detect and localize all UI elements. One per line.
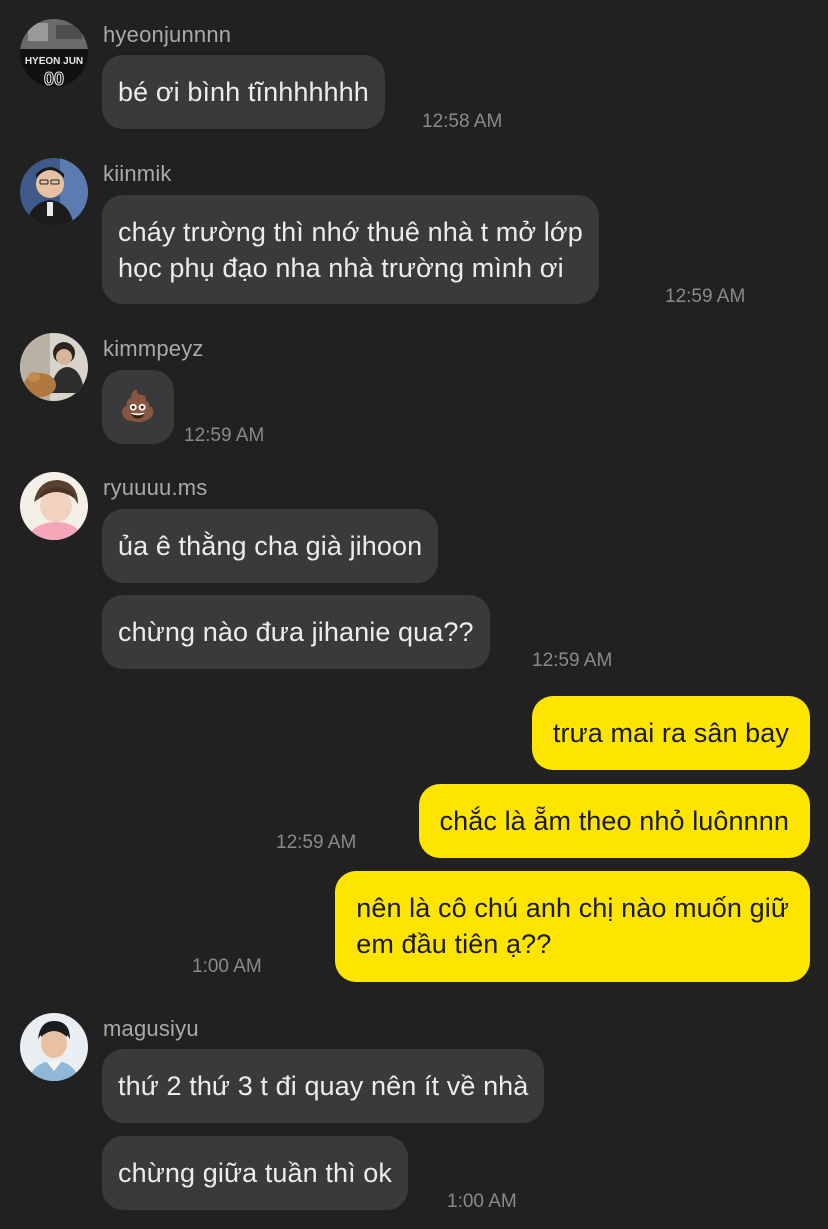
message-text: chắc là ẵm theo nhỏ luônnnn	[439, 806, 789, 836]
username[interactable]: kimmpeyz	[103, 336, 204, 362]
avatar-magusiyu[interactable]	[20, 1013, 88, 1081]
avatar-kimmpeyz[interactable]	[20, 333, 88, 401]
avatar-hyeonjunnnn[interactable]: HYEON JUN 00	[20, 19, 88, 87]
username[interactable]: kiinmik	[103, 161, 172, 187]
message-text: bé ơi bình tĩnhhhhhh	[118, 77, 369, 107]
message-text: chừng giữa tuần thì ok	[118, 1158, 393, 1188]
message-text: thứ 2 thứ 3 t đi quay nên ít về nhà	[118, 1071, 529, 1101]
avatar-kiinmik[interactable]	[20, 158, 88, 226]
username[interactable]: magusiyu	[103, 1016, 199, 1042]
timestamp: 1:00 AM	[192, 956, 262, 977]
message-bubble[interactable]: ủa ê thằng cha già jihoon	[102, 509, 439, 583]
timestamp: 12:59 AM	[184, 425, 265, 446]
username[interactable]: hyeonjunnnn	[103, 22, 231, 48]
message-text-line: cháy trường thì nhớ thuê nhà t mở lớp	[118, 217, 583, 247]
message-bubble[interactable]: bé ơi bình tĩnhhhhhh	[102, 55, 385, 129]
outgoing-message-bubble[interactable]: chắc là ẵm theo nhỏ luônnnn	[418, 784, 810, 858]
svg-text:00: 00	[44, 69, 64, 87]
avatar-ryuuuu-ms[interactable]	[20, 472, 88, 540]
outgoing-message-bubble[interactable]: trưa mai ra sân bay	[531, 696, 810, 770]
message-text: trưa mai ra sân bay	[552, 718, 789, 748]
username[interactable]: ryuuuu.ms	[103, 475, 208, 501]
timestamp: 12:59 AM	[276, 832, 357, 853]
timestamp: 12:58 AM	[422, 111, 503, 132]
message-text: ủa ê thằng cha già jihoon	[118, 531, 423, 561]
message-bubble[interactable]: chừng giữa tuần thì ok	[102, 1136, 409, 1210]
outgoing-message-bubble[interactable]: nên là cô chú anh chị nào muốn giữ em đầ…	[335, 871, 810, 982]
message-text-line: nên là cô chú anh chị nào muốn giữ	[356, 893, 789, 923]
message-bubble[interactable]: chừng nào đưa jihanie qua??	[102, 595, 490, 669]
timestamp: 1:00 AM	[447, 1191, 517, 1212]
message-text-line: em đầu tiên ạ??	[356, 929, 552, 959]
message-bubble[interactable]: cháy trường thì nhớ thuê nhà t mở lớp họ…	[102, 195, 599, 304]
svg-text:HYEON JUN: HYEON JUN	[25, 56, 83, 67]
message-bubble[interactable]: thứ 2 thứ 3 t đi quay nên ít về nhà	[102, 1049, 545, 1123]
timestamp: 12:59 AM	[532, 650, 613, 671]
timestamp: 12:59 AM	[665, 286, 746, 307]
message-bubble[interactable]: 💩	[102, 370, 174, 444]
message-text-line: học phụ đạo nha nhà trường mình ơi	[118, 253, 564, 283]
message-text: chừng nào đưa jihanie qua??	[118, 617, 474, 647]
poop-emoji-icon: 💩	[119, 390, 157, 423]
